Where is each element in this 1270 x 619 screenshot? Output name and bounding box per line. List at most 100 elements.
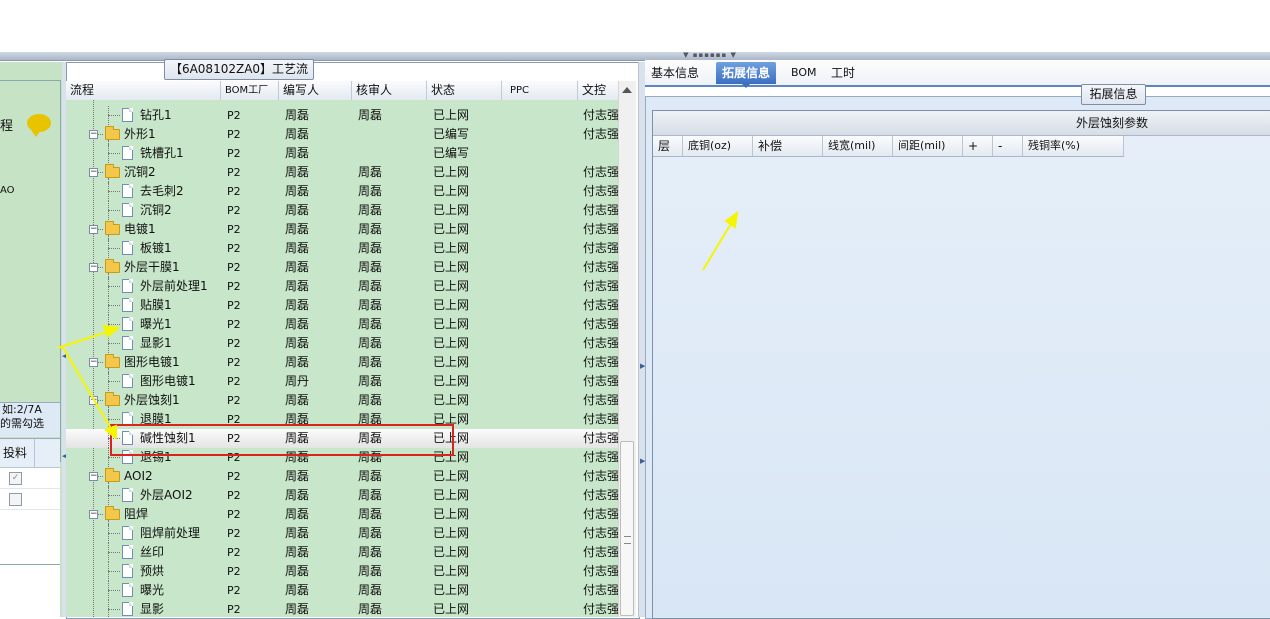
cell-auditor: 周磊 bbox=[358, 526, 383, 540]
tree-folder-row[interactable]: − 图形电镀1 P2 周磊 周磊 已上网 付志强 bbox=[66, 353, 618, 374]
cell-auditor: 周磊 bbox=[358, 469, 383, 483]
cell-doc: 付志强 bbox=[583, 222, 618, 236]
cell-auditor: 周磊 bbox=[358, 298, 383, 312]
feed-checkbox-1[interactable]: ✓ bbox=[9, 472, 22, 485]
col-status[interactable]: 状态 bbox=[427, 81, 502, 100]
tree-folder-row[interactable]: − 外形1 P2 周磊 已编写 付志强 bbox=[66, 125, 618, 146]
tree-item-row[interactable]: 显影1 P2 周磊 周磊 已上网 付志强 bbox=[66, 334, 618, 353]
tree-item-row[interactable]: 铣槽孔1 P2 周磊 已编写 bbox=[66, 144, 618, 163]
tree-item-row[interactable]: 曝光 P2 周磊 周磊 已上网 付志强 bbox=[66, 581, 618, 600]
tree-item-row[interactable]: 丝印 P2 周磊 周磊 已上网 付志强 bbox=[66, 543, 618, 562]
process-grid-scrollbar[interactable] bbox=[618, 81, 636, 617]
col-bom-factory[interactable]: BOM工厂 bbox=[221, 81, 279, 100]
tree-item-row[interactable]: 图形电镀1 P2 周丹 周磊 已上网 付志强 bbox=[66, 372, 618, 391]
cell-status: 已上网 bbox=[433, 279, 470, 293]
collapse-toggle-icon[interactable]: − bbox=[89, 510, 98, 519]
step-name: 贴膜1 bbox=[140, 298, 172, 312]
tab-basic-info[interactable]: 基本信息 bbox=[645, 62, 705, 84]
tree-folder-row[interactable]: − AOI2 P2 周磊 周磊 已上网 付志强 bbox=[66, 467, 618, 488]
cell-auditor: 周磊 bbox=[358, 241, 383, 255]
col-compensation[interactable]: 补偿 bbox=[753, 136, 823, 156]
tab-work-hours[interactable]: 工时 bbox=[825, 62, 861, 84]
tree-folder-row[interactable]: − 电镀1 P2 周磊 周磊 已上网 付志强 bbox=[66, 220, 618, 241]
tree-folder-row[interactable]: − 外层蚀刻1 P2 周磊 周磊 已上网 付志强 bbox=[66, 391, 618, 412]
step-name: 钻孔1 bbox=[140, 108, 172, 122]
cell-bom: P2 bbox=[227, 166, 241, 179]
tree-item-row[interactable]: 显影 P2 周磊 周磊 已上网 付志强 bbox=[66, 600, 618, 617]
collapse-toggle-icon[interactable]: − bbox=[89, 168, 98, 177]
tab-extended-info[interactable]: 拓展信息 bbox=[716, 62, 777, 88]
col-flow[interactable]: 流程 bbox=[66, 81, 221, 100]
collapse-toggle-icon[interactable]: − bbox=[89, 358, 98, 367]
process-grid-header: 流程 BOM工厂 编写人 核审人 状态 PPC 文控 bbox=[66, 81, 634, 101]
collapse-toggle-icon[interactable]: − bbox=[89, 130, 98, 139]
collapse-right-icon[interactable]: ▶ bbox=[640, 362, 645, 370]
tab-bom[interactable]: BOM bbox=[785, 62, 823, 84]
col-spacing[interactable]: 间距(mil) bbox=[893, 136, 963, 156]
tree-branch-line bbox=[108, 495, 120, 496]
cell-status: 已上网 bbox=[433, 260, 470, 274]
collapse-toggle-icon[interactable]: − bbox=[89, 263, 98, 272]
tree-folder-row[interactable]: − 沉铜2 P2 周磊 周磊 已上网 付志强 bbox=[66, 163, 618, 184]
feed-checkbox-2[interactable] bbox=[9, 493, 22, 506]
tree-item-row[interactable]: 外层前处理1 P2 周磊 周磊 已上网 付志强 bbox=[66, 277, 618, 296]
col-ppc[interactable]: PPC bbox=[502, 81, 578, 100]
splitter-grip-icon[interactable]: ▼ ▪▪▪▪▪▪ ▼ bbox=[680, 52, 740, 59]
col-minus[interactable]: - bbox=[993, 136, 1023, 156]
cell-doc: 付志强 bbox=[583, 488, 618, 502]
document-icon bbox=[122, 146, 133, 160]
step-name: 外层前处理1 bbox=[140, 279, 208, 293]
tree-item-row[interactable]: 沉铜2 P2 周磊 周磊 已上网 付志强 bbox=[66, 201, 618, 220]
tree-branch-line bbox=[108, 552, 120, 553]
col-plus[interactable]: + bbox=[963, 136, 993, 156]
document-icon bbox=[122, 203, 133, 217]
cell-status: 已上网 bbox=[433, 355, 470, 369]
cell-auditor: 周磊 bbox=[358, 260, 383, 274]
speech-bubble-icon[interactable] bbox=[27, 114, 51, 137]
cell-doc: 付志强 bbox=[583, 450, 618, 464]
col-residual-copper[interactable]: 残铜率(%) bbox=[1023, 136, 1124, 156]
hint-line-2: 的需勾选 bbox=[0, 417, 44, 430]
scroll-up-arrow-icon[interactable] bbox=[622, 87, 632, 93]
col-layer[interactable]: 层 bbox=[653, 136, 683, 156]
tree-folder-row[interactable]: − 外层干膜1 P2 周磊 周磊 已上网 付志强 bbox=[66, 258, 618, 279]
cell-writer: 周磊 bbox=[285, 602, 310, 616]
cell-status: 已上网 bbox=[433, 184, 470, 198]
tree-item-row[interactable]: 去毛刺2 P2 周磊 周磊 已上网 付志强 bbox=[66, 182, 618, 201]
step-name: 铣槽孔1 bbox=[140, 146, 184, 160]
step-name: 曝光 bbox=[140, 583, 165, 597]
tree-item-row[interactable]: 板镀1 P2 周磊 周磊 已上网 付志强 bbox=[66, 239, 618, 258]
cell-doc: 付志强 bbox=[583, 298, 618, 312]
tree-folder-row[interactable]: − 阻焊 P2 周磊 周磊 已上网 付志强 bbox=[66, 505, 618, 526]
cell-auditor: 周磊 bbox=[358, 336, 383, 350]
cell-status: 已上网 bbox=[433, 222, 470, 236]
process-flow-title: 【6A08102ZA0】工艺流程 bbox=[164, 59, 314, 95]
cell-doc: 付志强 bbox=[583, 564, 618, 578]
process-tree-grid: 钻孔1 P2 周磊 周磊 已上网 付志强 − 外形1 P2 周磊 已编写 付志强 铣槽孔1 P2 周磊 已编写… bbox=[66, 100, 618, 617]
tree-item-row[interactable]: 钻孔1 P2 周磊 周磊 已上网 付志强 bbox=[66, 106, 618, 125]
step-name: 外层干膜1 bbox=[124, 260, 180, 274]
tree-item-row[interactable]: 贴膜1 P2 周磊 周磊 已上网 付志强 bbox=[66, 296, 618, 315]
cell-doc: 付志强 bbox=[583, 374, 618, 388]
tree-branch-line bbox=[98, 476, 103, 477]
cell-doc: 付志强 bbox=[583, 469, 618, 483]
document-icon bbox=[122, 317, 133, 331]
cell-bom: P2 bbox=[227, 565, 241, 578]
tree-item-row[interactable]: 外层AOI2 P2 周磊 周磊 已上网 付志强 bbox=[66, 486, 618, 505]
tree-item-row[interactable]: 阻焊前处理 P2 周磊 周磊 已上网 付志强 bbox=[66, 524, 618, 543]
window-top-area bbox=[0, 0, 1270, 52]
cell-doc: 付志强 bbox=[583, 431, 618, 445]
collapse-toggle-icon[interactable]: − bbox=[89, 472, 98, 481]
collapse-right-icon-2[interactable]: ▶ bbox=[640, 457, 645, 465]
col-writer[interactable]: 编写人 bbox=[279, 81, 352, 100]
collapse-toggle-icon[interactable]: − bbox=[89, 396, 98, 405]
step-name: 图形电镀1 bbox=[140, 374, 196, 388]
tree-item-row[interactable]: 曝光1 P2 周磊 周磊 已上网 付志强 bbox=[66, 315, 618, 334]
collapse-toggle-icon[interactable]: − bbox=[89, 225, 98, 234]
tree-item-row[interactable]: 预烘 P2 周磊 周磊 已上网 付志强 bbox=[66, 562, 618, 581]
scrollbar-thumb[interactable] bbox=[620, 441, 634, 616]
col-base-copper[interactable]: 底铜(oz) bbox=[683, 136, 753, 156]
col-line-width[interactable]: 线宽(mil) bbox=[823, 136, 893, 156]
col-auditor[interactable]: 核审人 bbox=[352, 81, 427, 100]
document-icon bbox=[122, 564, 133, 578]
